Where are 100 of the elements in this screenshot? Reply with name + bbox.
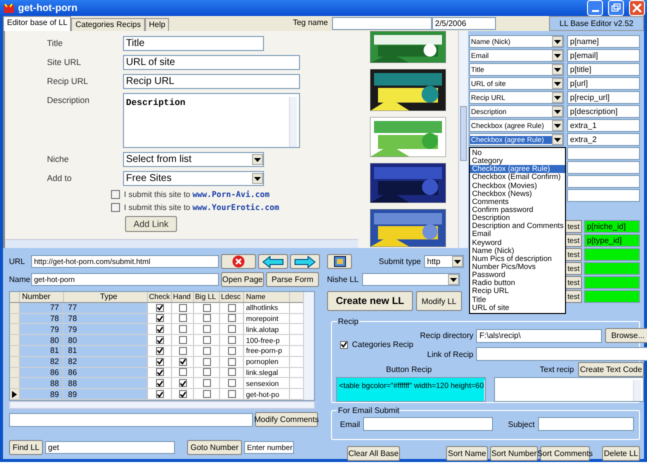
close-button[interactable] [629, 0, 645, 16]
link-field[interactable] [476, 347, 647, 361]
text-field[interactable]: p[url] [567, 77, 640, 90]
text-field[interactable]: p[email] [567, 49, 640, 62]
checkbox[interactable] [156, 336, 164, 344]
checkbox[interactable] [178, 368, 186, 376]
checkbox[interactable] [228, 379, 236, 388]
tab[interactable]: Categories Recips [71, 18, 145, 31]
checkbox[interactable] [202, 314, 210, 322]
checkbox[interactable] [178, 390, 186, 398]
checkbox[interactable] [228, 336, 236, 344]
checkbox[interactable] [156, 379, 164, 388]
checkbox[interactable] [178, 346, 186, 355]
checkbox[interactable] [156, 314, 164, 322]
email-field[interactable] [363, 417, 494, 431]
stop-button[interactable] [221, 254, 256, 269]
checkbox[interactable] [340, 340, 348, 348]
back-button[interactable] [258, 254, 288, 269]
checkbox[interactable] [228, 304, 236, 312]
text-field[interactable] [584, 248, 640, 261]
checkbox[interactable] [202, 325, 210, 334]
checkbox[interactable] [202, 346, 210, 355]
text-field[interactable]: p[title] [567, 63, 640, 76]
checkbox[interactable] [156, 304, 164, 312]
modify-comments-button[interactable]: Modify Comments [255, 412, 318, 427]
text-field[interactable] [567, 147, 640, 160]
checkbox[interactable] [228, 368, 236, 376]
checkbox[interactable] [228, 346, 236, 355]
text-area[interactable]: Description [123, 93, 300, 148]
checkbox[interactable] [202, 358, 210, 366]
preview-button[interactable] [327, 254, 352, 269]
checkbox[interactable] [156, 368, 164, 376]
button[interactable]: Sort Number [490, 446, 538, 461]
browse-button[interactable]: Browse... [605, 328, 647, 343]
button[interactable]: Clear All Base [347, 446, 400, 461]
text-field[interactable]: p[niche_id] [584, 220, 640, 233]
text-field[interactable] [567, 161, 640, 174]
text-field[interactable] [567, 189, 640, 202]
parse-form-button[interactable]: Parse Form [266, 272, 319, 287]
tab[interactable]: Editor base of LL [3, 16, 72, 31]
checkbox[interactable] [202, 336, 210, 344]
checkbox[interactable] [178, 379, 186, 388]
checkbox[interactable] [202, 390, 210, 398]
text-field[interactable]: Title [123, 36, 264, 51]
checkbox[interactable] [202, 379, 210, 388]
search-field[interactable]: get [45, 441, 175, 454]
button[interactable]: Sort Name [446, 446, 488, 461]
dropdown[interactable] [362, 273, 460, 286]
text-field[interactable]: URL of site [123, 55, 300, 70]
text-area[interactable] [494, 377, 644, 402]
tab[interactable]: Help [144, 18, 170, 31]
checkbox[interactable] [228, 390, 236, 398]
directory-field[interactable]: F:\als\recip\ [476, 328, 602, 342]
text-field[interactable]: p[recip_url] [567, 91, 640, 104]
checkbox[interactable] [178, 304, 186, 312]
text-field[interactable]: p[name] [567, 35, 640, 48]
checkbox[interactable] [111, 190, 120, 199]
checkbox[interactable] [178, 325, 186, 334]
text-field[interactable] [567, 175, 640, 188]
button[interactable]: Delete LL [602, 446, 640, 461]
checkbox[interactable] [156, 325, 164, 334]
text-field[interactable]: p[description] [567, 105, 640, 118]
button[interactable]: Sort Comments [540, 446, 590, 461]
row-header[interactable] [10, 389, 20, 399]
modify-button[interactable]: Modify LL [416, 291, 462, 311]
checkbox[interactable] [228, 314, 236, 322]
checkbox[interactable] [178, 314, 186, 322]
add-link-button[interactable]: Add Link [125, 216, 177, 232]
checkbox[interactable] [178, 336, 186, 344]
restore-button[interactable] [608, 0, 624, 16]
text-field[interactable]: extra_1 [567, 119, 640, 132]
find-button[interactable]: Find LL [9, 440, 43, 455]
create-button[interactable]: Create new LL [327, 291, 413, 311]
text-field[interactable] [584, 290, 640, 303]
text-field[interactable]: p[type_id] [584, 234, 640, 247]
text-field[interactable]: extra_2 [567, 133, 640, 146]
goto-number-button[interactable]: Goto Number [187, 440, 242, 455]
minimize-button[interactable] [587, 0, 603, 16]
checkbox[interactable] [202, 368, 210, 376]
checkbox[interactable] [178, 358, 186, 366]
checkbox[interactable] [228, 325, 236, 334]
subject-field[interactable] [538, 417, 634, 431]
checkbox[interactable] [156, 358, 164, 366]
text-field[interactable] [584, 262, 640, 275]
text-field[interactable]: Recip URL [123, 74, 300, 89]
dropdown[interactable]: Free Sites [123, 171, 264, 186]
create-text-code-button[interactable]: Create Text Code [578, 362, 644, 377]
dropdown[interactable]: http [424, 255, 464, 268]
text-field[interactable] [584, 276, 640, 289]
comments-field[interactable] [9, 412, 253, 426]
checkbox[interactable] [228, 358, 236, 366]
forward-button[interactable] [290, 254, 320, 269]
tag-name-field[interactable] [332, 17, 432, 30]
checkbox[interactable] [156, 390, 164, 398]
open-page-button[interactable]: Open Page [221, 272, 264, 287]
date-field[interactable]: 2/5/2006 [432, 17, 496, 30]
checkbox[interactable] [111, 203, 120, 212]
checkbox[interactable] [156, 346, 164, 355]
checkbox[interactable] [202, 304, 210, 312]
dropdown[interactable]: Select from list [123, 152, 264, 167]
